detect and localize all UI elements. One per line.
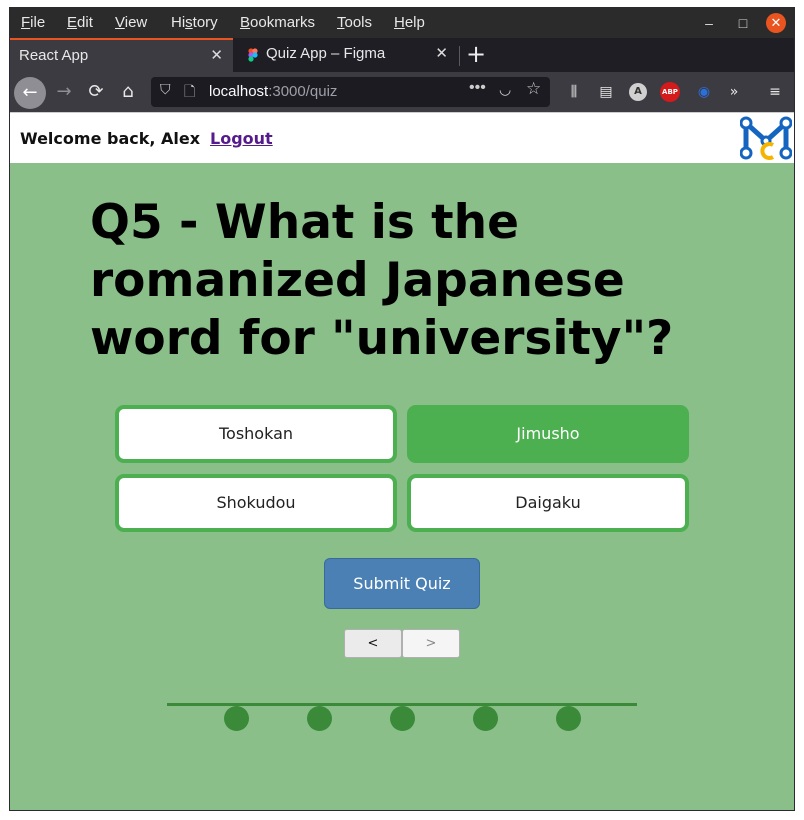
hamburger-menu-icon[interactable]: ≡: [764, 81, 786, 103]
next-question-button[interactable]: >: [402, 629, 460, 658]
progress-step-dot[interactable]: [473, 706, 498, 731]
tab-react-app[interactable]: React App ✕: [10, 38, 233, 72]
menu-bookmarks[interactable]: Bookmarks: [240, 14, 315, 31]
option-toshokan[interactable]: Toshokan: [115, 405, 397, 463]
back-arrow-icon[interactable]: ←: [14, 77, 46, 109]
welcome-text: Welcome back, Alex: [20, 129, 201, 148]
app-logo: [740, 116, 792, 160]
pocket-icon[interactable]: ◡: [499, 81, 511, 98]
new-tab-plus-icon[interactable]: +: [466, 40, 486, 68]
browser-window: File Edit View History Bookmarks Tools H…: [9, 7, 795, 811]
tab-strip: React App ✕ Quiz App – Figma ✕ +: [10, 38, 794, 72]
menu-tools[interactable]: Tools: [337, 14, 372, 31]
account-a-icon[interactable]: A: [629, 83, 647, 101]
overflow-chevron-icon[interactable]: »: [723, 81, 745, 103]
bookmark-star-icon[interactable]: ☆: [526, 79, 541, 99]
navigation-bar: ← → ⟳ ⌂ ⛉ 🗋 localhost:3000/quiz ••• ◡ ☆ …: [10, 72, 794, 112]
page-actions-icon[interactable]: •••: [469, 79, 486, 97]
menu-help[interactable]: Help: [394, 14, 425, 31]
close-tab-icon[interactable]: ✕: [435, 44, 448, 62]
logout-link[interactable]: Logout: [210, 129, 273, 148]
progress-step-dot[interactable]: [307, 706, 332, 731]
option-daigaku[interactable]: Daigaku: [407, 474, 689, 532]
url-path: :3000/quiz: [268, 83, 338, 100]
tab-quiz-figma[interactable]: Quiz App – Figma ✕: [234, 38, 458, 72]
adblock-plus-icon[interactable]: ABP: [660, 82, 680, 102]
forward-arrow-icon[interactable]: →: [50, 78, 78, 106]
previous-question-button[interactable]: <: [344, 629, 402, 658]
option-shokudou[interactable]: Shokudou: [115, 474, 397, 532]
menu-view[interactable]: View: [115, 14, 147, 31]
menu-bar: File Edit View History Bookmarks Tools H…: [10, 8, 794, 38]
url-host: localhost: [209, 83, 269, 100]
home-icon[interactable]: ⌂: [114, 78, 142, 106]
progress-step-dot[interactable]: [556, 706, 581, 731]
menu-edit[interactable]: Edit: [67, 14, 93, 31]
close-tab-icon[interactable]: ✕: [210, 46, 223, 64]
reader-view-icon[interactable]: ▤: [595, 81, 617, 103]
menu-history[interactable]: History: [171, 14, 218, 31]
tab-label: Quiz App – Figma: [266, 45, 386, 62]
extension-icon[interactable]: ◉: [693, 81, 715, 103]
url-bar[interactable]: ⛉ 🗋 localhost:3000/quiz ••• ◡ ☆: [151, 77, 550, 107]
tab-divider: [459, 46, 460, 66]
menu-file[interactable]: File: [21, 14, 45, 31]
url-text: localhost:3000/quiz: [209, 83, 337, 100]
maximize-icon[interactable]: □: [732, 12, 754, 34]
reload-icon[interactable]: ⟳: [82, 78, 110, 106]
app-header: Welcome back, Alex Logout: [10, 112, 794, 163]
progress-step-dot[interactable]: [224, 706, 249, 731]
question-text: Q5 - What is the romanized Japanese word…: [90, 195, 674, 366]
page-info-icon[interactable]: 🗋: [184, 81, 195, 105]
submit-quiz-button[interactable]: Submit Quiz: [324, 558, 480, 609]
progress-step-dot[interactable]: [390, 706, 415, 731]
tab-label: React App: [19, 47, 89, 64]
minimize-icon[interactable]: –: [698, 12, 720, 34]
option-jimusho[interactable]: Jimusho: [407, 405, 689, 463]
figma-icon: [248, 48, 258, 62]
shield-icon[interactable]: ⛉: [160, 81, 171, 98]
library-icon[interactable]: ⫼: [563, 81, 585, 103]
close-window-icon[interactable]: ✕: [766, 13, 786, 33]
